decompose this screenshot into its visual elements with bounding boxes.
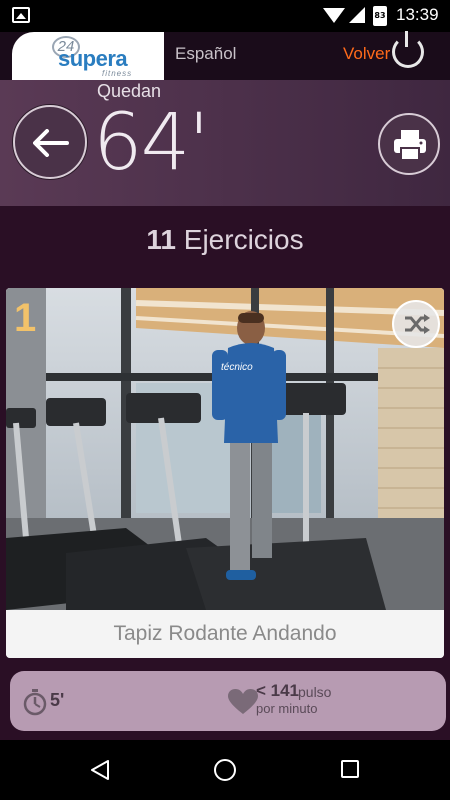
exercise-title: Tapiz Rodante Andando: [6, 610, 444, 658]
image-notification-icon: [12, 7, 30, 23]
remaining-minutes: 64': [93, 98, 210, 188]
back-link[interactable]: Volver: [343, 44, 390, 64]
status-bar: 83 13:39: [0, 0, 450, 32]
nav-recent-apps-icon[interactable]: [341, 760, 359, 778]
language-selector[interactable]: Español: [175, 44, 236, 64]
exercise-info-bar: 5' < 141 pulso por minuto: [10, 671, 446, 731]
print-button[interactable]: [378, 113, 440, 175]
exercise-card[interactable]: técnico 1 Tapiz Rodante Andando: [6, 288, 444, 658]
back-button[interactable]: [13, 105, 87, 179]
power-icon[interactable]: [392, 31, 424, 68]
exercise-count-number: 11: [146, 224, 176, 255]
timer-panel: Quedan 64': [0, 80, 450, 206]
system-nav-bar: [0, 740, 450, 800]
signal-icon: [349, 7, 365, 23]
supera-logo: 24 supera fitness: [12, 32, 164, 80]
wifi-icon: [323, 8, 345, 23]
shuffle-icon: [405, 314, 430, 334]
exercise-number: 1: [14, 296, 37, 340]
printer-icon: [394, 130, 426, 161]
exercise-count: 11 Ejercicios: [0, 224, 450, 256]
svg-text:técnico: técnico: [221, 362, 253, 373]
stopwatch-icon: [23, 689, 47, 716]
treadmill-photo: técnico: [6, 288, 444, 610]
nav-back-icon[interactable]: [90, 760, 110, 780]
shuffle-button[interactable]: [392, 300, 440, 348]
battery-icon: 83: [373, 6, 387, 26]
exercise-duration: 5': [50, 690, 65, 710]
app-header: 24 supera fitness Español Volver: [0, 31, 450, 80]
pulse-unit: pulso: [298, 684, 332, 700]
pulse-sub-label: por minuto: [256, 701, 318, 716]
exercise-list: 11 Ejercicios técnico 1 Tapiz Rodante An…: [0, 206, 450, 740]
exercise-photo: técnico 1: [6, 288, 444, 610]
logo-sub: fitness: [102, 69, 133, 78]
nav-home-icon[interactable]: [214, 759, 236, 781]
clock: 13:39: [396, 5, 439, 24]
heart-icon: [228, 689, 258, 714]
arrow-left-icon: [33, 129, 69, 157]
pulse-value: < 141: [256, 681, 300, 700]
exercise-count-label: Ejercicios: [183, 224, 304, 255]
